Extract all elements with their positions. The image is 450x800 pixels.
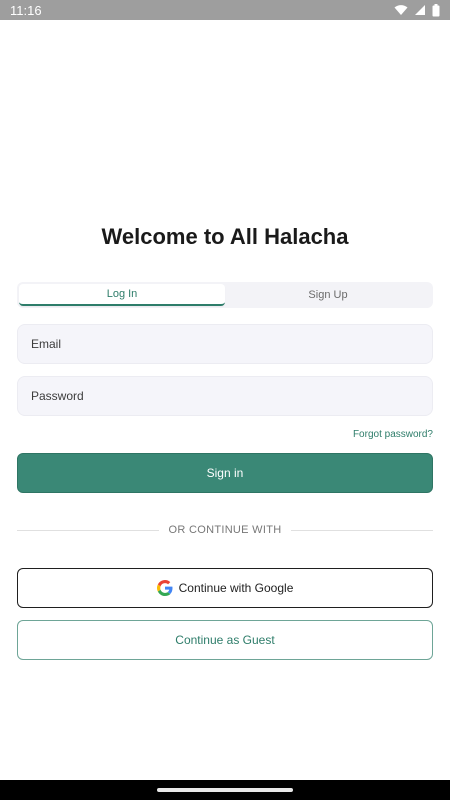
sign-in-button[interactable]: Sign in — [17, 453, 433, 493]
navigation-bar — [0, 780, 450, 800]
password-field[interactable] — [31, 377, 419, 415]
page-title: Welcome to All Halacha — [101, 224, 349, 249]
tab-log-in[interactable]: Log In — [19, 284, 225, 306]
divider-line-right — [291, 529, 433, 531]
status-icons — [394, 3, 440, 17]
continue-as-guest-button[interactable]: Continue as Guest — [17, 620, 433, 660]
divider-line-left — [17, 529, 159, 531]
forgot-password-link[interactable]: Forgot password? — [353, 429, 433, 440]
home-handle[interactable] — [157, 788, 293, 792]
tab-sign-up[interactable]: Sign Up — [225, 284, 431, 306]
google-icon — [156, 580, 173, 596]
status-time: 11:16 — [10, 2, 42, 18]
signal-icon — [415, 5, 425, 15]
email-field[interactable] — [31, 325, 419, 363]
password-field-container — [17, 376, 433, 416]
wifi-icon — [394, 5, 408, 15]
auth-tabs: Log In Sign Up — [17, 282, 433, 308]
google-button-label: Continue with Google — [178, 581, 294, 595]
or-divider: OR CONTINUE WITH — [17, 522, 433, 538]
divider-text: OR CONTINUE WITH — [168, 524, 282, 536]
battery-icon — [432, 3, 440, 16]
continue-with-google-button[interactable]: Continue with Google — [17, 568, 433, 608]
email-field-container — [17, 324, 433, 364]
status-bar: 11:16 — [0, 0, 450, 20]
